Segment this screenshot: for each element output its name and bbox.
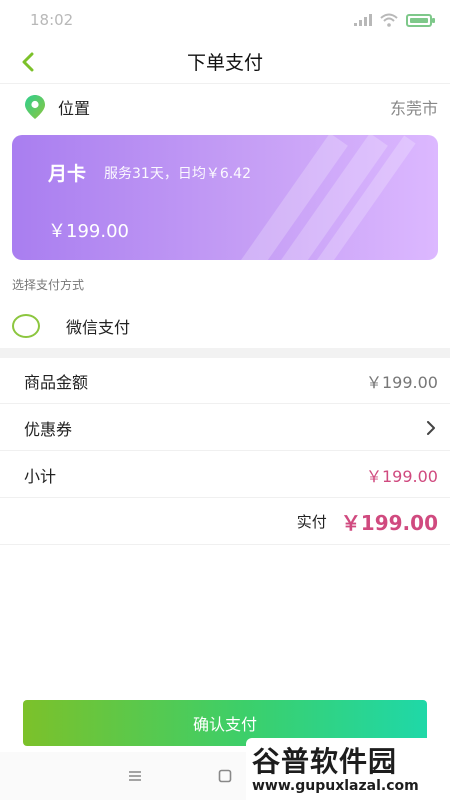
section-divider <box>0 348 450 358</box>
radio-button[interactable] <box>12 314 40 338</box>
chevron-left-icon <box>22 52 34 72</box>
back-button[interactable] <box>14 48 42 76</box>
subtotal-row: 小计 ￥199.00 <box>0 452 450 498</box>
menu-icon[interactable] <box>125 766 145 786</box>
paid-row: 实付 ￥199.00 <box>0 499 450 545</box>
wechat-pay-label: 微信支付 <box>66 318 131 337</box>
paid-amount: ￥199.00 <box>340 511 438 535</box>
location-label: 位置 <box>58 99 91 118</box>
paid-label: 实付 <box>296 513 327 531</box>
navbar: 下单支付 <box>0 40 450 84</box>
location-row[interactable]: 位置 东莞市 <box>0 86 450 128</box>
location-city: 东莞市 <box>389 99 438 118</box>
battery-icon <box>406 13 435 27</box>
payment-caption: 选择支付方式 <box>12 278 85 292</box>
coupon-row[interactable]: 优惠券 <box>0 405 450 451</box>
watermark-url: www.gupuxlazal.com <box>252 778 419 794</box>
page-title: 下单支付 <box>186 52 263 74</box>
map-pin-icon <box>22 94 48 120</box>
goods-amount-label: 商品金额 <box>24 372 89 392</box>
chevron-right-icon <box>424 420 438 435</box>
watermark-title: 谷普软件园 <box>252 745 398 778</box>
status-icons <box>354 13 435 27</box>
membership-card: 月卡 服务31天，日均￥6.42 ￥199.00 <box>12 135 438 260</box>
goods-amount-row: 商品金额 ￥199.00 <box>0 358 450 404</box>
goods-amount-value: ￥199.00 <box>366 372 438 392</box>
wechat-pay-option[interactable]: 微信支付 <box>0 304 450 348</box>
card-price: ￥199.00 <box>48 221 129 242</box>
status-bar: 18:02 <box>0 0 450 40</box>
subtotal-label: 小计 <box>24 466 57 486</box>
home-icon[interactable] <box>215 766 235 786</box>
watermark: 谷普软件园 www.gupuxlazal.com <box>246 738 450 800</box>
signal-icon <box>354 14 372 26</box>
status-time: 18:02 <box>30 11 74 29</box>
coupon-label: 优惠券 <box>24 419 73 439</box>
card-description: 服务31天，日均￥6.42 <box>104 166 251 182</box>
wifi-icon <box>380 13 398 27</box>
subtotal-value: ￥199.00 <box>366 466 438 486</box>
card-title: 月卡 <box>48 163 87 185</box>
